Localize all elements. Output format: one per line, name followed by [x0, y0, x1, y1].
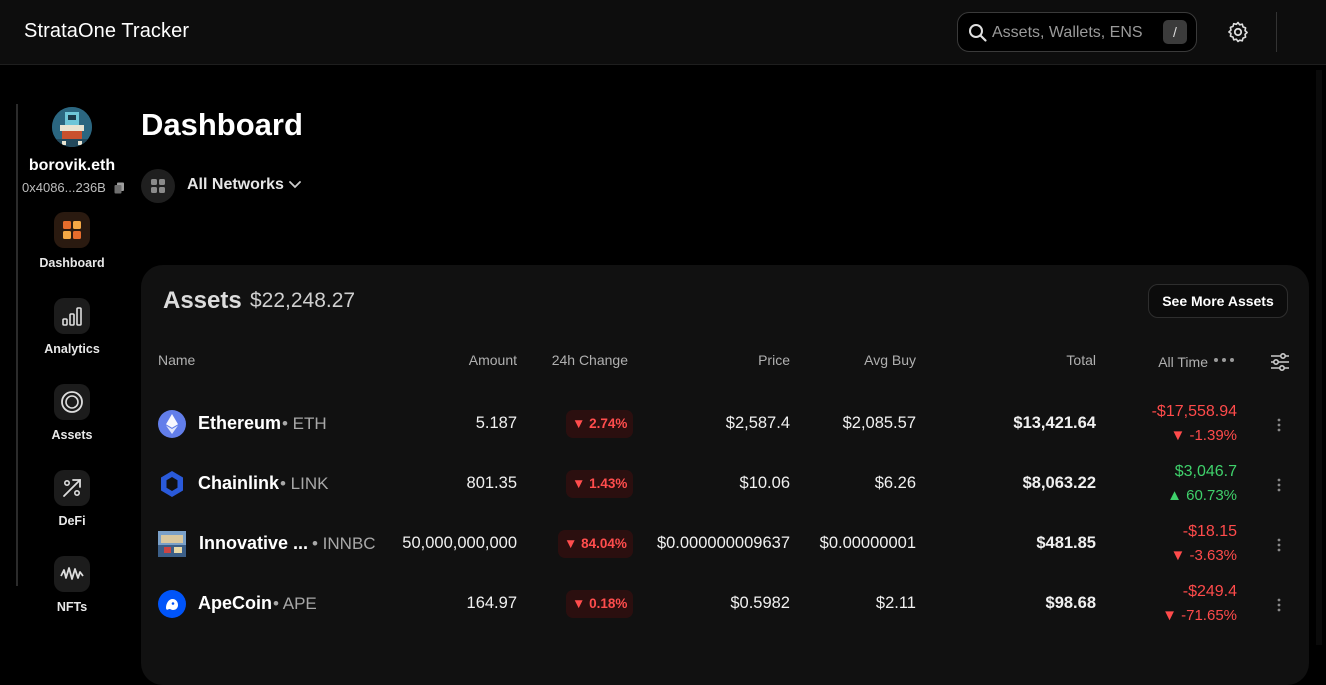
column-header-price[interactable]: Price: [690, 352, 790, 368]
app-title[interactable]: StrataOne Tracker: [24, 20, 189, 43]
asset-name: ApeCoin: [198, 593, 272, 613]
chevron-down-icon[interactable]: [289, 180, 301, 190]
asset-price: $2,587.4: [725, 414, 790, 432]
assets-total-value: $22,248.27: [250, 289, 356, 312]
network-icon[interactable]: [141, 169, 175, 203]
defi-icon: [63, 479, 81, 497]
all-time-pl: $3,046.7: [1174, 463, 1237, 480]
change-badge: ▼ 1.43%: [566, 470, 634, 498]
asset-symbol: • ETH: [282, 414, 327, 433]
network-selector[interactable]: All Networks: [187, 176, 284, 194]
scrollbar[interactable]: [1316, 70, 1322, 645]
table-row[interactable]: Ethereum • ETH 5.187 ▼ 2.74% $2,587.4 $2…: [141, 395, 1309, 455]
sidebar-item-dashboard[interactable]: Dashboard: [30, 212, 114, 270]
see-more-assets-button[interactable]: See More Assets: [1148, 284, 1288, 318]
change-badge: ▼ 2.74%: [566, 410, 634, 438]
asset-total: $13,421.64: [1013, 414, 1096, 432]
apecoin-icon: [158, 590, 186, 618]
more-horizontal-icon[interactable]: [1213, 357, 1235, 363]
sidebar-item-nfts[interactable]: NFTs: [30, 556, 114, 614]
all-time-pl: -$17,558.94: [1151, 403, 1237, 420]
asset-symbol: • LINK: [280, 474, 329, 493]
asset-amount: 164.97: [466, 594, 517, 612]
chainlink-icon: [161, 471, 183, 497]
column-header-name[interactable]: Name: [158, 352, 195, 368]
asset-amount: 50,000,000,000: [402, 534, 517, 552]
all-time-pl: -$249.4: [1182, 583, 1237, 600]
avatar-pixel-icon: [52, 107, 92, 147]
all-time-pl-percent: ▼ -3.63%: [1170, 547, 1237, 564]
asset-total: $98.68: [1045, 594, 1096, 612]
asset-amount: 801.35: [466, 474, 517, 492]
asset-avg-buy: $0.00000001: [819, 534, 916, 552]
dashboard-grid-icon: [63, 221, 81, 239]
avatar[interactable]: [52, 107, 92, 147]
coin-icon: [61, 391, 83, 413]
sidebar-item-defi[interactable]: DeFi: [30, 470, 114, 528]
assets-title: Assets: [163, 287, 242, 314]
search-shortcut-key: /: [1163, 20, 1187, 44]
column-header-total[interactable]: Total: [996, 352, 1096, 368]
bar-chart-icon: [62, 307, 82, 326]
asset-name: Chainlink: [198, 473, 280, 493]
search-icon: [969, 24, 987, 42]
assets-card: Assets $22,248.27 See More Assets Name A…: [141, 265, 1309, 685]
gear-icon[interactable]: [1226, 20, 1250, 44]
search-box[interactable]: Assets, Wallets, ENS /: [957, 12, 1197, 52]
ens-name: borovik.eth: [28, 157, 116, 174]
all-time-pl-percent: ▼ -1.39%: [1170, 427, 1237, 444]
sidebar-item-label: DeFi: [58, 514, 86, 528]
copy-icon[interactable]: [114, 182, 125, 194]
nft-wave-icon: [60, 567, 84, 580]
page-title: Dashboard: [141, 107, 303, 142]
sidebar-item-analytics[interactable]: Analytics: [30, 298, 114, 356]
top-bar: StrataOne Tracker Assets, Wallets, ENS /: [0, 0, 1326, 65]
sidebar-item-label: Assets: [51, 428, 93, 442]
more-vertical-icon[interactable]: [1277, 418, 1281, 432]
table-row[interactable]: Chainlink • LINK 801.35 ▼ 1.43% $10.06 $…: [141, 455, 1309, 515]
column-header-24h-change[interactable]: 24h Change: [528, 352, 628, 368]
more-vertical-icon[interactable]: [1277, 538, 1281, 552]
column-header-all-time[interactable]: All Time: [1108, 354, 1208, 370]
asset-avg-buy: $2,085.57: [842, 414, 916, 432]
change-badge: ▼ 84.04%: [558, 530, 633, 558]
top-divider: [1276, 12, 1277, 52]
asset-price: $0.5982: [730, 594, 790, 612]
asset-symbol: • INNBC: [312, 534, 376, 553]
asset-total: $481.85: [1036, 534, 1096, 552]
table-row[interactable]: ApeCoin • APE 164.97 ▼ 0.18% $0.5982 $2.…: [141, 575, 1309, 635]
asset-amount: 5.187: [475, 414, 517, 432]
sidebar-item-label: NFTs: [56, 600, 88, 614]
more-vertical-icon[interactable]: [1277, 598, 1281, 612]
more-vertical-icon[interactable]: [1277, 478, 1281, 492]
sidebar-item-label: Dashboard: [39, 256, 105, 270]
change-badge: ▼ 0.18%: [566, 590, 634, 618]
asset-avg-buy: $6.26: [874, 474, 916, 492]
sidebar-item-assets[interactable]: Assets: [30, 384, 114, 442]
search-input[interactable]: Assets, Wallets, ENS: [992, 24, 1143, 42]
column-header-avg-buy[interactable]: Avg Buy: [816, 352, 916, 368]
asset-name: Innovative ...: [199, 533, 309, 553]
wallet-address: 0x4086...236B: [22, 180, 106, 195]
table-row[interactable]: Innovative ... • INNBC 50,000,000,000 ▼ …: [141, 515, 1309, 575]
asset-price: $0.000000009637: [656, 534, 790, 552]
sidebar-divider: [16, 104, 18, 586]
innbc-icon: [158, 531, 186, 557]
asset-name: Ethereum: [198, 413, 282, 433]
all-time-pl: -$18.15: [1182, 523, 1237, 540]
sidebar-item-label: Analytics: [44, 342, 100, 356]
network-grid-icon: [151, 179, 165, 193]
all-time-pl-percent: ▼ -71.65%: [1162, 607, 1237, 624]
column-header-amount[interactable]: Amount: [417, 352, 517, 368]
asset-total: $8,063.22: [1022, 474, 1096, 492]
ethereum-icon: [158, 410, 186, 438]
asset-symbol: • APE: [273, 594, 317, 613]
asset-avg-buy: $2.11: [875, 594, 916, 612]
asset-price: $10.06: [739, 474, 790, 492]
filter-sliders-icon[interactable]: [1270, 352, 1290, 372]
all-time-pl-percent: ▲ 60.73%: [1167, 487, 1237, 504]
